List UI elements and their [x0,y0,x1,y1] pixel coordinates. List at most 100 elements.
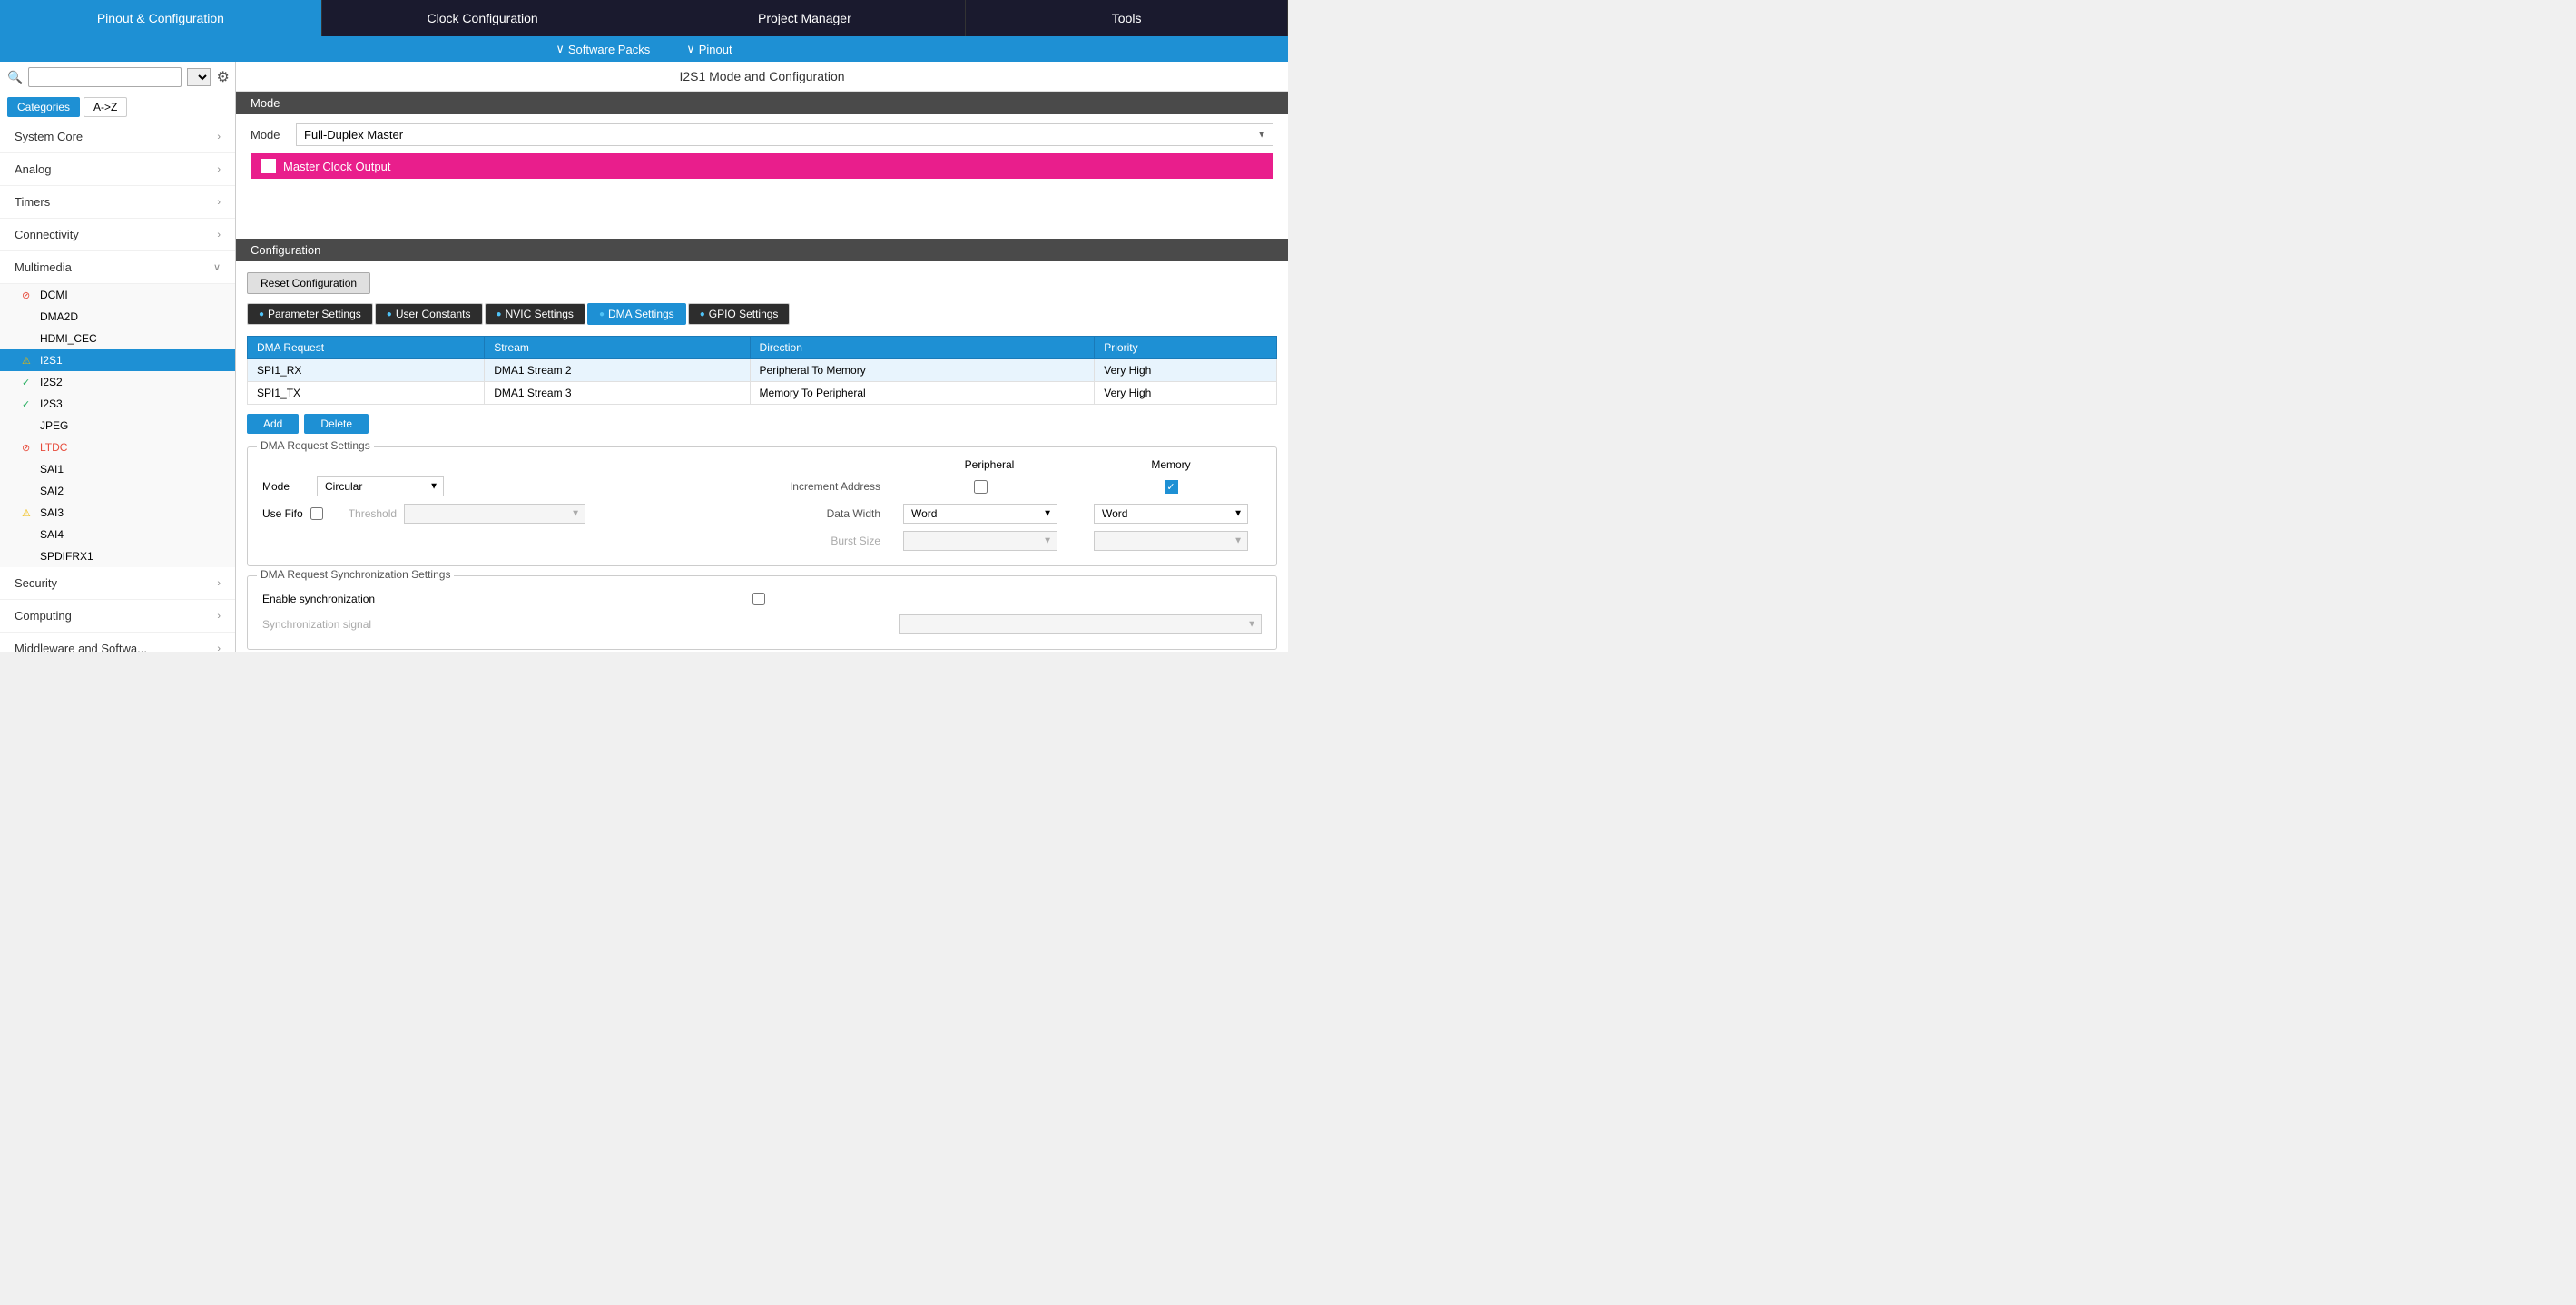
use-fifo-checkbox[interactable] [310,507,323,520]
memory-data-width-select[interactable]: Word [1094,504,1248,524]
dma-row2-priority: Very High [1095,382,1277,405]
tab-user-constants-label: User Constants [396,308,471,320]
left-spacer [262,458,899,471]
sidebar-sub-ltdc[interactable]: ⊘ LTDC [0,437,235,458]
memory-increment-checked[interactable]: ✓ [1165,480,1178,494]
tab-gpio-settings[interactable]: ● GPIO Settings [688,303,791,325]
delete-button[interactable]: Delete [304,414,369,434]
sync-signal-label: Synchronization signal [262,618,762,631]
nav-clock[interactable]: Clock Configuration [322,0,644,36]
memory-burst-select[interactable] [1094,531,1248,551]
content-title-text: I2S1 Mode and Configuration [679,69,844,83]
tab-nvic-settings[interactable]: ● NVIC Settings [485,303,585,325]
tab-dma-settings[interactable]: ● DMA Settings [587,303,686,325]
chevron-right-icon: › [217,230,221,240]
sidebar-item-middleware[interactable]: Middleware and Softwa... › [0,633,235,652]
tab-user-constants[interactable]: ● User Constants [375,303,483,325]
subnav-software-packs[interactable]: ∨ Software Packs [556,42,650,56]
dma-col-direction: Direction [750,337,1095,359]
sidebar-sub-sai4[interactable]: SAI4 [0,524,235,545]
tab-parameter-settings[interactable]: ● Parameter Settings [247,303,373,325]
dma-row1-priority: Very High [1095,359,1277,382]
master-clock-checkbox[interactable] [261,159,276,173]
dma-row2-direction: Memory To Peripheral [750,382,1095,405]
dma-col-request: DMA Request [248,337,485,359]
peripheral-increment-checkbox[interactable] [974,480,988,494]
mode-label: Mode [251,128,287,142]
dma-row1-request: SPI1_RX [248,359,485,382]
chevron-right-icon: › [217,611,221,622]
config-tabs: ● Parameter Settings ● User Constants ● … [247,303,1277,325]
search-icon: 🔍 [7,70,23,85]
sidebar-item-system-core[interactable]: System Core › [0,121,235,153]
sidebar-sub-sai2[interactable]: SAI2 [0,480,235,502]
memory-increment-cell: ✓ [1080,480,1262,494]
sidebar-list: System Core › Analog › Timers › Connecti… [0,121,235,652]
mode-select[interactable]: Full-Duplex Master [296,123,1273,146]
tab-ok-icon: ● [700,309,705,319]
add-button[interactable]: Add [247,414,299,434]
sidebar-tabs: Categories A->Z [0,93,235,121]
nav-pinout[interactable]: Pinout & Configuration [0,0,322,36]
add-button-label: Add [263,417,282,430]
tab-categories[interactable]: Categories [7,97,80,117]
nav-tools[interactable]: Tools [966,0,1288,36]
sidebar-sub-spdifrx1[interactable]: SPDIFRX1 [0,545,235,567]
chevron-right-icon: › [217,643,221,653]
mode-settings-select[interactable]: Circular [317,476,444,496]
burst-size-row: Burst Size ▼ [262,531,1262,551]
sidebar-item-security[interactable]: Security › [0,567,235,600]
sidebar-sub-jpeg[interactable]: JPEG [0,415,235,437]
mode-settings-row: Mode Circular ▼ Increment Address [262,476,1262,496]
sidebar-sub-dma2d[interactable]: DMA2D [0,306,235,328]
peripheral-data-width-select[interactable]: Word [903,504,1057,524]
sidebar-sub-dma2d-label: DMA2D [40,310,78,323]
sidebar-item-analog[interactable]: Analog › [0,153,235,186]
sidebar-item-computing[interactable]: Computing › [0,600,235,633]
settings-gear-icon[interactable]: ⚙ [216,68,229,86]
sidebar-sub-hdmi-cec-label: HDMI_CEC [40,332,97,345]
sidebar-sub-i2s3[interactable]: ✓ I2S3 [0,393,235,415]
subnav-pinout-label: Pinout [699,43,732,56]
threshold-wrapper: ▼ [404,504,585,524]
sidebar-item-connectivity[interactable]: Connectivity › [0,219,235,251]
tab-nvic-settings-label: NVIC Settings [506,308,574,320]
chevron-right-icon: › [217,197,221,208]
sidebar-sub-sai1-label: SAI1 [40,463,64,476]
tab-ok-icon: ● [599,309,605,319]
sidebar-sub-i2s2[interactable]: ✓ I2S2 [0,371,235,393]
subnav-pinout[interactable]: ∨ Pinout [686,42,732,56]
sync-signal-select[interactable] [899,614,1262,634]
main-content: Mode Mode Full-Duplex Master Master Cloc… [236,92,1288,652]
peripheral-burst-select[interactable] [903,531,1057,551]
sidebar-sub-hdmi-cec[interactable]: HDMI_CEC [0,328,235,349]
sidebar-item-connectivity-label: Connectivity [15,228,79,241]
config-body: Reset Configuration ● Parameter Settings… [236,261,1288,652]
action-buttons: Add Delete [247,414,1277,434]
search-input[interactable] [28,67,182,87]
tab-ok-icon: ● [387,309,392,319]
sidebar-sub-dcmi[interactable]: ⊘ DCMI [0,284,235,306]
sidebar-sub-i2s1[interactable]: ⚠ I2S1 [0,349,235,371]
sidebar-item-timers[interactable]: Timers › [0,186,235,219]
data-width-right: Data Width Word ▼ [753,504,1262,524]
table-row[interactable]: SPI1_RX DMA1 Stream 2 Peripheral To Memo… [248,359,1277,382]
reset-config-button[interactable]: Reset Configuration [247,272,370,294]
tab-atoz[interactable]: A->Z [84,97,127,117]
dma-row1-stream: DMA1 Stream 2 [485,359,750,382]
sidebar-item-computing-label: Computing [15,609,72,623]
subnav-arrow-2: ∨ [686,42,695,56]
config-section-header: Configuration [236,239,1288,261]
tab-categories-label: Categories [17,101,70,113]
search-dropdown[interactable] [187,68,211,86]
table-row[interactable]: SPI1_TX DMA1 Stream 3 Memory To Peripher… [248,382,1277,405]
nav-project[interactable]: Project Manager [644,0,967,36]
memory-burst-cell: ▼ [1080,531,1262,551]
sidebar-sub-sai1[interactable]: SAI1 [0,458,235,480]
enable-sync-checkbox[interactable] [752,593,765,605]
sidebar-sub-sai3[interactable]: ⚠ SAI3 [0,502,235,524]
mode-settings-label: Mode [262,480,308,493]
threshold-select[interactable] [404,504,585,524]
memory-header: Memory [1080,458,1262,471]
sidebar-item-multimedia[interactable]: Multimedia ∨ [0,251,235,284]
